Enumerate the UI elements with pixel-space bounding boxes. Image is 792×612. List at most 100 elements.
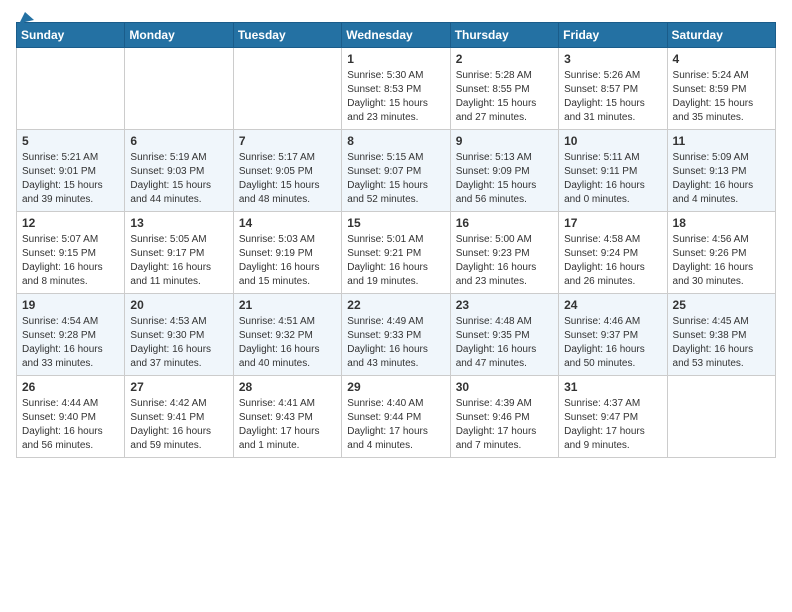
weekday-header-friday: Friday [559, 23, 667, 48]
day-info: Sunrise: 4:54 AM Sunset: 9:28 PM Dayligh… [22, 315, 119, 371]
week-row-2: 5 Sunrise: 5:21 AM Sunset: 9:01 PM Daylig… [17, 130, 776, 212]
day-info: Sunrise: 4:37 AM Sunset: 9:47 PM Dayligh… [564, 397, 661, 453]
calendar-cell: 16 Sunrise: 5:00 AM Sunset: 9:23 PM Dayli… [450, 212, 558, 294]
day-info: Sunrise: 5:01 AM Sunset: 9:21 PM Dayligh… [347, 233, 444, 289]
calendar-cell: 20 Sunrise: 4:53 AM Sunset: 9:30 PM Dayli… [125, 294, 233, 376]
day-info: Sunrise: 4:44 AM Sunset: 9:40 PM Dayligh… [22, 397, 119, 453]
day-number: 13 [130, 216, 227, 230]
day-info: Sunrise: 5:21 AM Sunset: 9:01 PM Dayligh… [22, 151, 119, 207]
day-info: Sunrise: 5:26 AM Sunset: 8:57 PM Dayligh… [564, 69, 661, 125]
day-number: 19 [22, 298, 119, 312]
calendar-cell: 6 Sunrise: 5:19 AM Sunset: 9:03 PM Daylig… [125, 130, 233, 212]
day-info: Sunrise: 5:09 AM Sunset: 9:13 PM Dayligh… [673, 151, 770, 207]
day-number: 17 [564, 216, 661, 230]
day-number: 15 [347, 216, 444, 230]
day-number: 24 [564, 298, 661, 312]
week-row-4: 19 Sunrise: 4:54 AM Sunset: 9:28 PM Dayli… [17, 294, 776, 376]
day-info: Sunrise: 4:49 AM Sunset: 9:33 PM Dayligh… [347, 315, 444, 371]
day-info: Sunrise: 4:53 AM Sunset: 9:30 PM Dayligh… [130, 315, 227, 371]
weekday-header-wednesday: Wednesday [342, 23, 450, 48]
day-number: 2 [456, 52, 553, 66]
weekday-header-tuesday: Tuesday [233, 23, 341, 48]
day-info: Sunrise: 5:07 AM Sunset: 9:15 PM Dayligh… [22, 233, 119, 289]
calendar-cell [667, 376, 775, 458]
calendar-cell: 5 Sunrise: 5:21 AM Sunset: 9:01 PM Daylig… [17, 130, 125, 212]
day-info: Sunrise: 5:05 AM Sunset: 9:17 PM Dayligh… [130, 233, 227, 289]
day-info: Sunrise: 5:19 AM Sunset: 9:03 PM Dayligh… [130, 151, 227, 207]
calendar-cell [125, 48, 233, 130]
day-number: 27 [130, 380, 227, 394]
weekday-header-saturday: Saturday [667, 23, 775, 48]
logo-bird-icon [16, 12, 34, 30]
calendar-cell: 1 Sunrise: 5:30 AM Sunset: 8:53 PM Daylig… [342, 48, 450, 130]
calendar-cell: 22 Sunrise: 4:49 AM Sunset: 9:33 PM Dayli… [342, 294, 450, 376]
day-number: 16 [456, 216, 553, 230]
day-info: Sunrise: 5:30 AM Sunset: 8:53 PM Dayligh… [347, 69, 444, 125]
day-number: 18 [673, 216, 770, 230]
day-info: Sunrise: 4:40 AM Sunset: 9:44 PM Dayligh… [347, 397, 444, 453]
calendar-cell: 26 Sunrise: 4:44 AM Sunset: 9:40 PM Dayli… [17, 376, 125, 458]
day-number: 29 [347, 380, 444, 394]
week-row-5: 26 Sunrise: 4:44 AM Sunset: 9:40 PM Dayli… [17, 376, 776, 458]
day-info: Sunrise: 5:11 AM Sunset: 9:11 PM Dayligh… [564, 151, 661, 207]
day-number: 6 [130, 134, 227, 148]
weekday-header-row: SundayMondayTuesdayWednesdayThursdayFrid… [17, 23, 776, 48]
day-number: 12 [22, 216, 119, 230]
day-number: 7 [239, 134, 336, 148]
day-info: Sunrise: 4:58 AM Sunset: 9:24 PM Dayligh… [564, 233, 661, 289]
day-number: 31 [564, 380, 661, 394]
day-info: Sunrise: 5:03 AM Sunset: 9:19 PM Dayligh… [239, 233, 336, 289]
day-info: Sunrise: 4:51 AM Sunset: 9:32 PM Dayligh… [239, 315, 336, 371]
day-number: 22 [347, 298, 444, 312]
day-info: Sunrise: 4:42 AM Sunset: 9:41 PM Dayligh… [130, 397, 227, 453]
day-info: Sunrise: 5:00 AM Sunset: 9:23 PM Dayligh… [456, 233, 553, 289]
week-row-3: 12 Sunrise: 5:07 AM Sunset: 9:15 PM Dayli… [17, 212, 776, 294]
calendar-cell: 28 Sunrise: 4:41 AM Sunset: 9:43 PM Dayli… [233, 376, 341, 458]
day-number: 26 [22, 380, 119, 394]
day-info: Sunrise: 4:48 AM Sunset: 9:35 PM Dayligh… [456, 315, 553, 371]
calendar-cell: 14 Sunrise: 5:03 AM Sunset: 9:19 PM Dayli… [233, 212, 341, 294]
day-number: 11 [673, 134, 770, 148]
calendar-cell: 9Sunrise: 5:13 AM Sunset: 9:09 PM Daylig… [450, 130, 558, 212]
calendar-table: SundayMondayTuesdayWednesdayThursdayFrid… [16, 22, 776, 458]
day-info: Sunrise: 4:41 AM Sunset: 9:43 PM Dayligh… [239, 397, 336, 453]
week-row-1: 1 Sunrise: 5:30 AM Sunset: 8:53 PM Daylig… [17, 48, 776, 130]
calendar-cell: 7 Sunrise: 5:17 AM Sunset: 9:05 PM Daylig… [233, 130, 341, 212]
day-info: Sunrise: 4:46 AM Sunset: 9:37 PM Dayligh… [564, 315, 661, 371]
calendar-cell [233, 48, 341, 130]
calendar-cell: 3 Sunrise: 5:26 AM Sunset: 8:57 PM Daylig… [559, 48, 667, 130]
day-number: 23 [456, 298, 553, 312]
day-number: 20 [130, 298, 227, 312]
day-number: 25 [673, 298, 770, 312]
calendar-cell: 29 Sunrise: 4:40 AM Sunset: 9:44 PM Dayli… [342, 376, 450, 458]
calendar-cell: 19 Sunrise: 4:54 AM Sunset: 9:28 PM Dayli… [17, 294, 125, 376]
day-info: Sunrise: 5:17 AM Sunset: 9:05 PM Dayligh… [239, 151, 336, 207]
day-number: 3 [564, 52, 661, 66]
day-number: 30 [456, 380, 553, 394]
day-info: Sunrise: 5:15 AM Sunset: 9:07 PM Dayligh… [347, 151, 444, 207]
day-info: Sunrise: 5:28 AM Sunset: 8:55 PM Dayligh… [456, 69, 553, 125]
day-number: 1 [347, 52, 444, 66]
day-info: Sunrise: 4:56 AM Sunset: 9:26 PM Dayligh… [673, 233, 770, 289]
day-number: 9 [456, 134, 553, 148]
calendar-cell: 17 Sunrise: 4:58 AM Sunset: 9:24 PM Dayli… [559, 212, 667, 294]
calendar-cell: 2 Sunrise: 5:28 AM Sunset: 8:55 PM Daylig… [450, 48, 558, 130]
calendar-cell: 24 Sunrise: 4:46 AM Sunset: 9:37 PM Dayli… [559, 294, 667, 376]
calendar-cell: 11 Sunrise: 5:09 AM Sunset: 9:13 PM Dayli… [667, 130, 775, 212]
calendar-cell: 12 Sunrise: 5:07 AM Sunset: 9:15 PM Dayli… [17, 212, 125, 294]
calendar-cell: 8Sunrise: 5:15 AM Sunset: 9:07 PM Daylig… [342, 130, 450, 212]
calendar-cell: 18 Sunrise: 4:56 AM Sunset: 9:26 PM Dayli… [667, 212, 775, 294]
day-number: 5 [22, 134, 119, 148]
calendar-cell: 4Sunrise: 5:24 AM Sunset: 8:59 PM Daylig… [667, 48, 775, 130]
calendar-cell: 15 Sunrise: 5:01 AM Sunset: 9:21 PM Dayli… [342, 212, 450, 294]
calendar-cell: 13 Sunrise: 5:05 AM Sunset: 9:17 PM Dayli… [125, 212, 233, 294]
calendar-cell: 21 Sunrise: 4:51 AM Sunset: 9:32 PM Dayli… [233, 294, 341, 376]
calendar-cell: 23 Sunrise: 4:48 AM Sunset: 9:35 PM Dayli… [450, 294, 558, 376]
calendar-cell: 31 Sunrise: 4:37 AM Sunset: 9:47 PM Dayli… [559, 376, 667, 458]
weekday-header-monday: Monday [125, 23, 233, 48]
day-info: Sunrise: 5:24 AM Sunset: 8:59 PM Dayligh… [673, 69, 770, 125]
day-number: 28 [239, 380, 336, 394]
day-number: 14 [239, 216, 336, 230]
calendar-cell: 10Sunrise: 5:11 AM Sunset: 9:11 PM Dayli… [559, 130, 667, 212]
day-number: 21 [239, 298, 336, 312]
